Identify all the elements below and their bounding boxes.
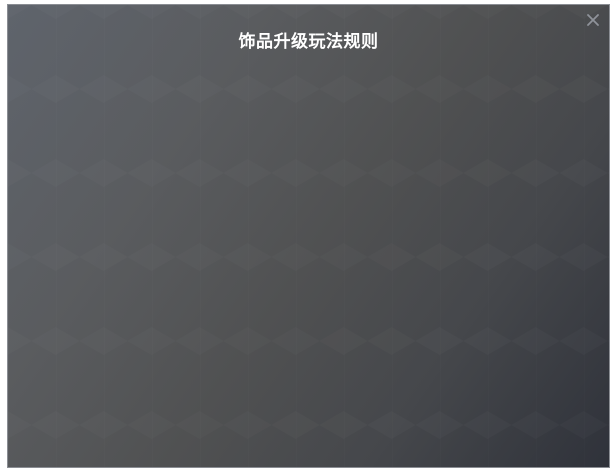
close-icon <box>587 11 599 30</box>
rules-dialog: 饰品升级玩法规则 <box>7 4 610 468</box>
close-button[interactable] <box>585 12 601 28</box>
dialog-title: 饰品升级玩法规则 <box>238 32 379 52</box>
rules-content-area <box>8 65 609 467</box>
